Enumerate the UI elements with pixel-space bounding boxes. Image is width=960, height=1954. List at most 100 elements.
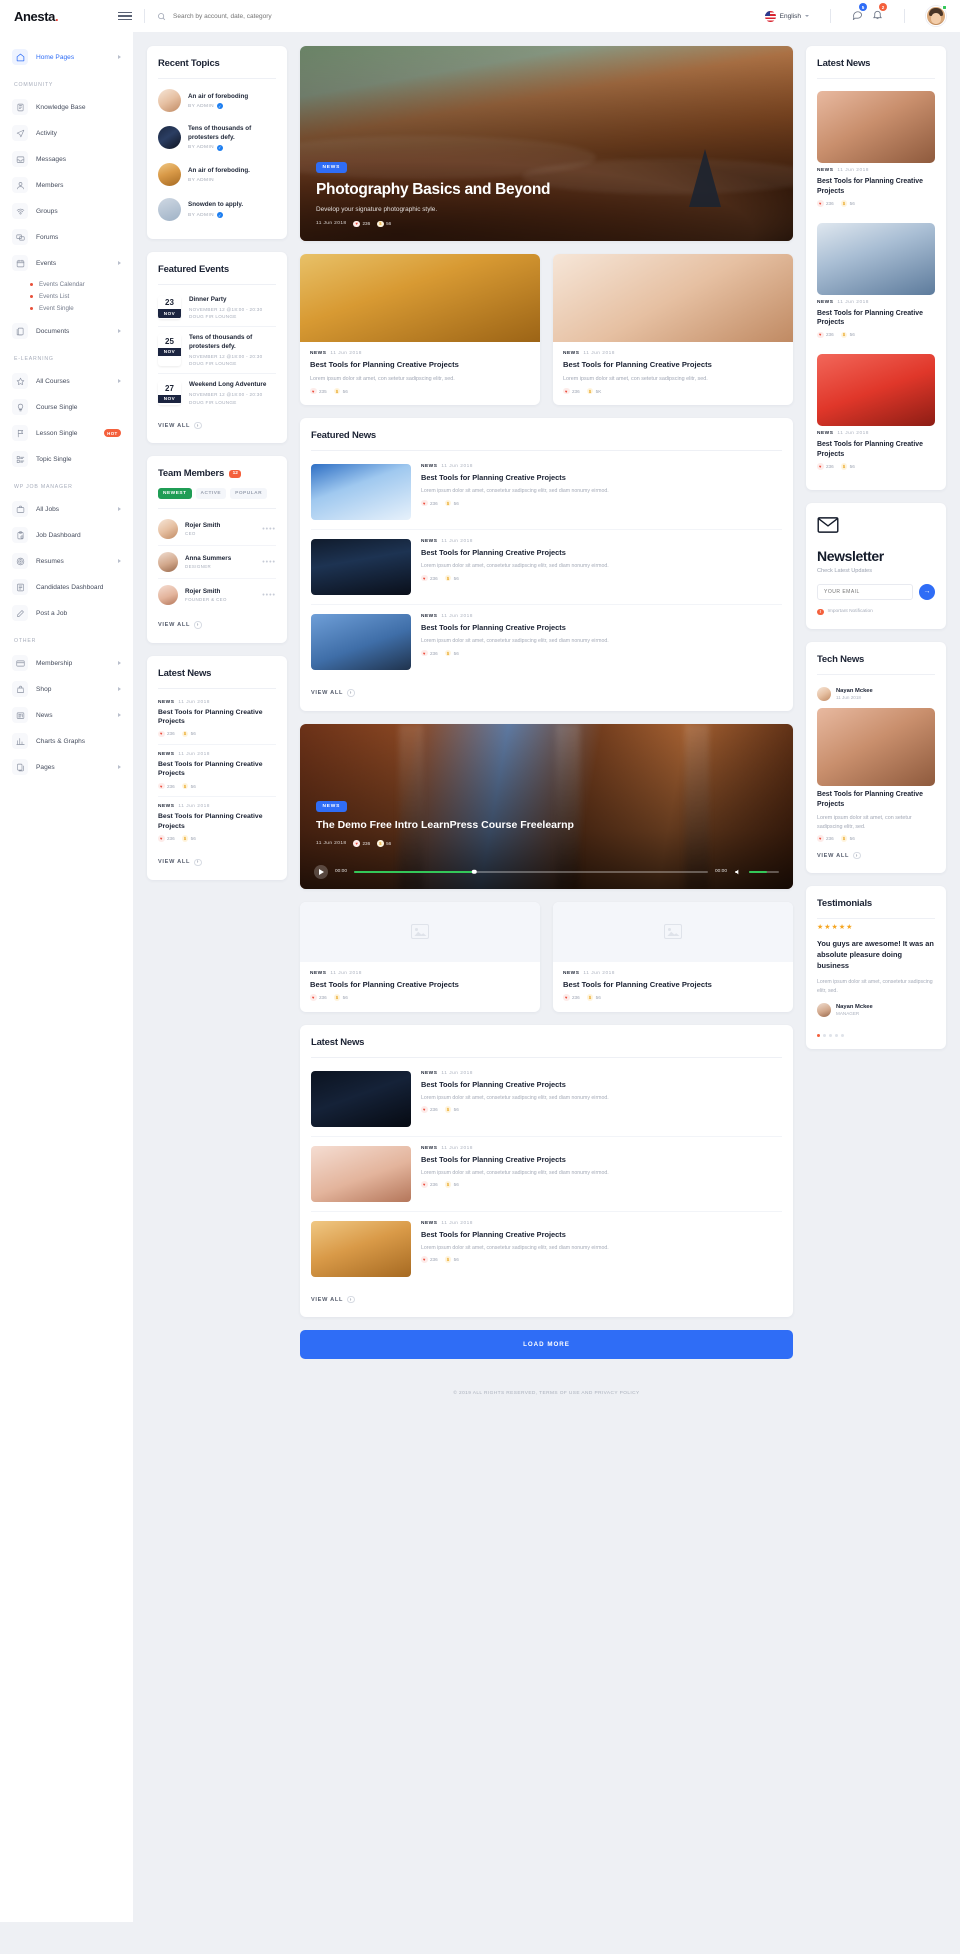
notifications-button[interactable]: 2 xyxy=(872,7,883,25)
sidebar-item-label: Documents xyxy=(36,328,110,335)
sidebar-item-job-dashboard[interactable]: Job Dashboard xyxy=(0,522,133,548)
news-list-item[interactable]: NEWS11 Jun 2018Best Tools for Planning C… xyxy=(817,83,935,215)
search-input[interactable] xyxy=(173,13,413,20)
sidebar-item-documents[interactable]: Documents xyxy=(0,318,133,344)
menu-toggle-icon[interactable] xyxy=(118,12,132,21)
sidebar-item-candidates-dashboard[interactable]: Candidates Dashboard xyxy=(0,574,133,600)
video-progress-slider[interactable] xyxy=(354,871,708,873)
news-card[interactable]: NEWS11 Jun 2018Best Tools for Planning C… xyxy=(553,902,793,1012)
news-meta: NEWS11 Jun 2018 xyxy=(421,1146,782,1151)
topic-title: Tens of thousands of protesters defy. xyxy=(188,124,276,142)
sidebar-item-course-single[interactable]: Course Single xyxy=(0,394,133,420)
member-role: FOUNDER & CEO xyxy=(185,597,255,602)
news-list-item[interactable]: NEWS11 Jun 2018Best Tools for Planning C… xyxy=(311,1137,782,1212)
sidebar-subitem-events-calendar[interactable]: Events Calendar xyxy=(30,278,133,290)
view-all-label: VIEW ALL xyxy=(311,1297,343,1303)
sidebar-item-home-pages[interactable]: Home Pages xyxy=(0,44,133,70)
load-more-button[interactable]: LOAD MORE xyxy=(300,1330,793,1359)
event-row[interactable]: 23NOVDinner PartyNOVEMBER 12 @18:00 - 20… xyxy=(158,289,276,328)
latest-news-mid-view-all[interactable]: VIEW ALL › xyxy=(311,1286,782,1306)
messages-button[interactable]: 5 xyxy=(852,7,863,25)
newsletter-email-input[interactable] xyxy=(817,584,913,600)
topic-row[interactable]: An air of forebodingBY ADMIN✓ xyxy=(158,83,276,118)
news-desc: Lorem ipsum dolor sit amet, consetetur s… xyxy=(421,1169,782,1177)
featured-news-view-all[interactable]: VIEW ALL › xyxy=(311,679,782,699)
member-more-icon[interactable]: •••• xyxy=(262,526,276,533)
video-card[interactable]: NEWS The Demo Free Intro LearnPress Cour… xyxy=(300,724,793,889)
sidebar-item-resumes[interactable]: Resumes xyxy=(0,548,133,574)
team-members-view-all[interactable]: VIEW ALL › xyxy=(158,611,276,631)
latest-news-left-view-all[interactable]: VIEW ALL › xyxy=(158,849,276,869)
sidebar-item-messages[interactable]: Messages xyxy=(0,146,133,172)
news-list-item[interactable]: NEWS11 Jun 2018Best Tools for Planning C… xyxy=(158,797,276,848)
tab-active[interactable]: ACTIVE xyxy=(196,488,227,499)
tech-news-image[interactable] xyxy=(817,708,935,786)
sidebar-item-knowledge-base[interactable]: Knowledge Base xyxy=(0,94,133,120)
news-card[interactable]: NEWS11 Jun 2018Best Tools for Planning C… xyxy=(300,254,540,405)
news-list-item[interactable]: NEWS11 Jun 2018Best Tools for Planning C… xyxy=(311,455,782,530)
featured-events-view-all[interactable]: VIEW ALL › xyxy=(158,412,276,432)
news-list-item[interactable]: NEWS11 Jun 2018Best Tools for Planning C… xyxy=(311,1062,782,1137)
member-more-icon[interactable]: •••• xyxy=(262,592,276,599)
sidebar-item-news[interactable]: News xyxy=(0,702,133,728)
sidebar-item-all-courses[interactable]: All Courses xyxy=(0,368,133,394)
tech-news-view-all[interactable]: VIEW ALL › xyxy=(817,842,935,862)
language-selector[interactable]: English xyxy=(765,11,809,22)
sidebar-item-members[interactable]: Members xyxy=(0,172,133,198)
sidebar-item-charts-graphs[interactable]: Charts & Graphs xyxy=(0,728,133,754)
sidebar-item-groups[interactable]: Groups xyxy=(0,198,133,224)
news-card[interactable]: NEWS11 Jun 2018Best Tools for Planning C… xyxy=(300,902,540,1012)
news-list-item[interactable]: NEWS11 Jun 2018Best Tools for Planning C… xyxy=(817,346,935,478)
news-date: 11 Jun 2018 xyxy=(837,431,869,436)
team-member-row[interactable]: Rojer SmithFOUNDER & CEO•••• xyxy=(158,579,276,611)
event-row[interactable]: 27NOVWeekend Long AdventureNOVEMBER 12 @… xyxy=(158,374,276,412)
placeholder-image xyxy=(553,902,793,962)
news-list-item[interactable]: NEWS11 Jun 2018Best Tools for Planning C… xyxy=(817,215,935,347)
newsletter-submit-button[interactable]: → xyxy=(919,584,935,600)
app-logo[interactable]: Anesta. xyxy=(14,9,118,24)
news-card[interactable]: NEWS11 Jun 2018Best Tools for Planning C… xyxy=(553,254,793,405)
sidebar-item-all-jobs[interactable]: All Jobs xyxy=(0,496,133,522)
topic-row[interactable]: An air of foreboding.BY ADMIN xyxy=(158,157,276,192)
news-list-item[interactable]: NEWS11 Jun 2018Best Tools for Planning C… xyxy=(311,530,782,605)
hero-article-card[interactable]: NEWS Photography Basics and Beyond Devel… xyxy=(300,46,793,241)
sidebar-subitem-events-list[interactable]: Events List xyxy=(30,290,133,302)
news-list-item[interactable]: NEWS11 Jun 2018Best Tools for Planning C… xyxy=(158,745,276,797)
hero-likes: ♥ 236 xyxy=(353,221,370,228)
member-more-icon[interactable]: •••• xyxy=(262,559,276,566)
user-menu[interactable] xyxy=(926,6,946,26)
newsletter-form: → xyxy=(817,584,935,600)
sidebar-item-forums[interactable]: Forums xyxy=(0,224,133,250)
sidebar-item-post-a-job[interactable]: Post a Job xyxy=(0,600,133,626)
topic-row[interactable]: Tens of thousands of protesters defy.BY … xyxy=(158,118,276,157)
likes-stat: ♥236 xyxy=(421,650,438,657)
event-row[interactable]: 25NOVTens of thousands of protesters def… xyxy=(158,327,276,374)
sidebar-subitem-event-single[interactable]: Event Single xyxy=(30,302,133,314)
news-list-item[interactable]: NEWS11 Jun 2018Best Tools for Planning C… xyxy=(311,1212,782,1286)
sidebar-item-lesson-single[interactable]: Lesson SingleHOT xyxy=(0,420,133,446)
tab-popular[interactable]: POPULAR xyxy=(230,488,267,499)
sidebar-item-activity[interactable]: Activity xyxy=(0,120,133,146)
card-title: Recent Topics xyxy=(158,58,276,69)
sidebar-item-membership[interactable]: Membership xyxy=(0,650,133,676)
news-list-item[interactable]: NEWS11 Jun 2018Best Tools for Planning C… xyxy=(158,693,276,745)
volume-icon[interactable] xyxy=(734,868,742,876)
tab-newest[interactable]: NEWEST xyxy=(158,488,192,499)
sidebar-item-shop[interactable]: Shop xyxy=(0,676,133,702)
sidebar-item-pages[interactable]: Pages xyxy=(0,754,133,780)
play-button[interactable] xyxy=(314,865,328,879)
carousel-dots[interactable] xyxy=(817,1034,935,1037)
search-icon[interactable] xyxy=(157,12,166,21)
sidebar-item-events[interactable]: Events xyxy=(0,250,133,276)
team-member-row[interactable]: Rojer SmithCEO•••• xyxy=(158,513,276,546)
heart-icon: ♥ xyxy=(353,840,360,847)
tech-news-title[interactable]: Best Tools for Planning Creative Project… xyxy=(817,790,935,809)
card-title: Team Members xyxy=(158,468,224,479)
team-member-row[interactable]: Anna SummersDESIGNER•••• xyxy=(158,546,276,579)
news-list-item[interactable]: NEWS11 Jun 2018Best Tools for Planning C… xyxy=(311,605,782,679)
sidebar-item-topic-single[interactable]: Topic Single xyxy=(0,446,133,472)
heart-icon: ♥ xyxy=(817,200,824,207)
volume-slider[interactable] xyxy=(749,871,779,873)
topic-row[interactable]: Snowden to apply.BY ADMIN✓ xyxy=(158,192,276,227)
card-title: Featured News xyxy=(311,430,782,441)
